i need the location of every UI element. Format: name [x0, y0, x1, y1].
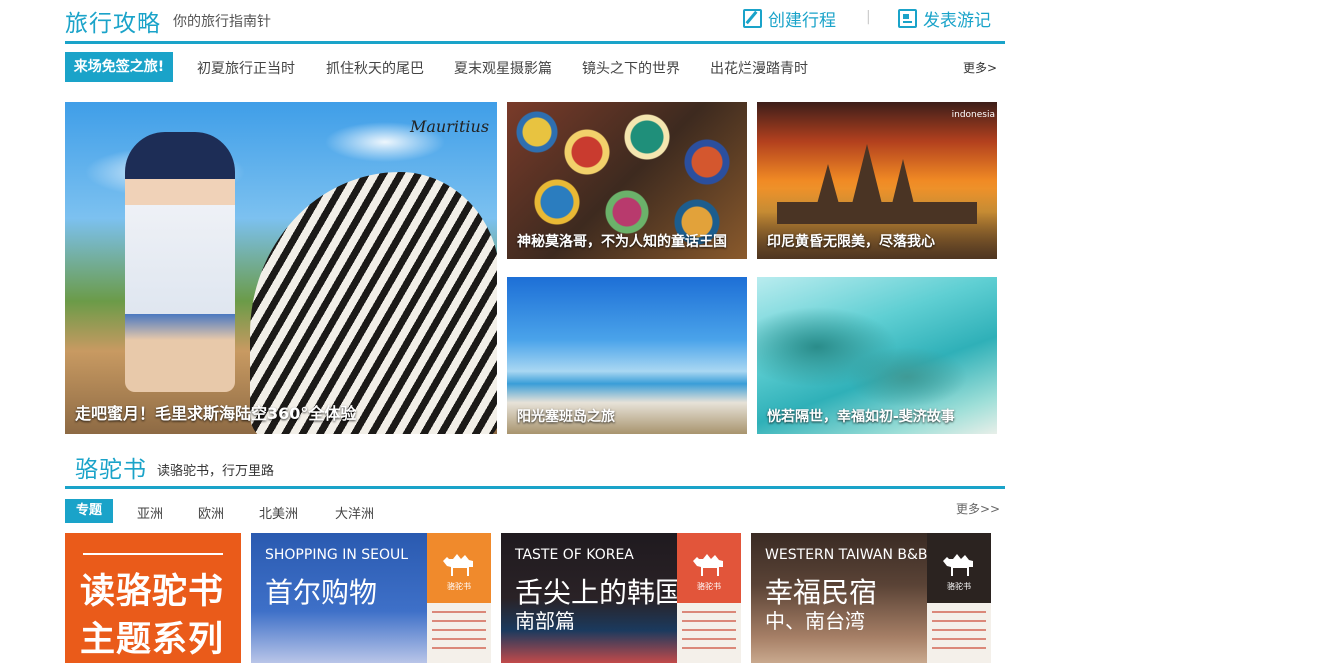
tile-fiji[interactable]: 恍若隔世，幸福如初-斐济故事	[757, 277, 997, 434]
tab-oceania[interactable]: 大洋洲	[335, 503, 374, 522]
book-taste-of-korea[interactable]: TASTE OF KOREA 舌尖上的韩国 南部篇 骆驼书	[501, 533, 741, 663]
tile-indonesia[interactable]: indonesia 印尼黄昏无限美，尽落我心	[757, 102, 997, 259]
book-english-title: WESTERN TAIWAN B&B	[765, 547, 928, 563]
tag-item[interactable]: 出花烂漫踏青时	[710, 58, 808, 78]
book-badge: 骆驼书	[427, 533, 491, 663]
tab-north-america[interactable]: 北美洲	[259, 503, 298, 522]
tag-item[interactable]: 初夏旅行正当时	[197, 58, 295, 78]
more-link[interactable]: 更多>	[963, 59, 997, 76]
publish-travelogue-label: 发表游记	[923, 11, 991, 31]
book-english-title: TASTE OF KOREA	[515, 547, 634, 563]
badge-label: 骆驼书	[697, 582, 721, 591]
tile-caption: 走吧蜜月！毛里求斯海陆空360°全体验	[75, 404, 357, 423]
camel-icon	[693, 554, 723, 576]
document-icon	[898, 9, 917, 28]
travel-guide-header: 旅行攻略 你的旅行指南针 创建行程 | 发表游记	[65, 0, 1005, 44]
book-english-title: SHOPPING IN SEOUL	[265, 547, 409, 563]
tab-europe[interactable]: 欧洲	[198, 503, 224, 522]
temple-spire	[817, 164, 839, 204]
zebra-photo	[250, 172, 497, 434]
tag-item[interactable]: 夏末观星摄影篇	[454, 58, 552, 78]
more-link[interactable]: 更多>>	[956, 500, 1000, 517]
camel-icon	[943, 554, 973, 576]
tile-caption: 阳光塞班岛之旅	[517, 409, 615, 425]
tab-asia[interactable]: 亚洲	[137, 503, 163, 522]
camel-icon	[443, 554, 473, 576]
action-separator: |	[866, 9, 871, 25]
section-subtitle: 读骆驼书，行万里路	[157, 464, 275, 479]
edit-icon	[743, 9, 762, 28]
book-taiwan-bnb[interactable]: WESTERN TAIWAN B&B 幸福民宿 中、南台湾 骆驼书	[751, 533, 991, 663]
publish-travelogue-button[interactable]: 发表游记	[898, 6, 991, 31]
book-chinese-subtitle: 南部篇	[515, 609, 575, 633]
create-trip-button[interactable]: 创建行程	[743, 6, 836, 31]
tag-item[interactable]: 抓住秋天的尾巴	[326, 58, 424, 78]
photo-logo: indonesia	[951, 110, 995, 120]
badge-label: 骆驼书	[947, 582, 971, 591]
section-divider	[65, 486, 1005, 489]
book-title-line1: 读骆驼书	[80, 572, 225, 612]
book-title-line2: 主题系列	[80, 620, 225, 660]
temple-silhouette	[777, 202, 977, 224]
temple-spire	[892, 159, 914, 204]
tile-caption: 印尼黄昏无限美，尽落我心	[767, 234, 935, 250]
create-trip-label: 创建行程	[768, 11, 836, 31]
section-title: 旅行攻略	[65, 11, 161, 37]
section-subtitle: 你的旅行指南针	[173, 14, 271, 30]
topic-tags: 来场免签之旅! 初夏旅行正当时 抓住秋天的尾巴 夏末观星摄影篇 镜头之下的世界 …	[65, 52, 1005, 82]
book-chinese-subtitle: 中、南台湾	[765, 609, 865, 633]
temple-spire	[852, 144, 882, 204]
tab-special-topic[interactable]: 专题	[65, 499, 113, 523]
photo-logo: Mauritius	[410, 117, 490, 136]
tile-saipan[interactable]: 阳光塞班岛之旅	[507, 277, 747, 434]
region-tabs: 专题 亚洲 欧洲 北美洲 大洋洲 更多>>	[65, 499, 1005, 523]
book-seoul-shopping[interactable]: SHOPPING IN SEOUL 首尔购物 骆驼书	[251, 533, 491, 663]
feature-tile-mauritius[interactable]: Mauritius 走吧蜜月！毛里求斯海陆空360°全体验	[65, 102, 497, 434]
tag-visa-free[interactable]: 来场免签之旅!	[65, 52, 173, 82]
book-badge: 骆驼书	[927, 533, 991, 663]
badge-label: 骆驼书	[447, 582, 471, 591]
section-title: 骆驼书	[75, 457, 147, 483]
tile-caption: 恍若隔世，幸福如初-斐济故事	[767, 409, 955, 425]
book-chinese-title: 首尔购物	[265, 576, 378, 609]
book-badge: 骆驼书	[677, 533, 741, 663]
person-photo	[125, 132, 235, 392]
tile-caption: 神秘莫洛哥，不为人知的童话王国	[517, 234, 727, 250]
book-theme-series[interactable]: 读骆驼书 主题系列	[65, 533, 241, 663]
tag-item[interactable]: 镜头之下的世界	[582, 58, 680, 78]
divider-line	[83, 553, 223, 555]
tile-morocco[interactable]: 神秘莫洛哥，不为人知的童话王国	[507, 102, 747, 259]
